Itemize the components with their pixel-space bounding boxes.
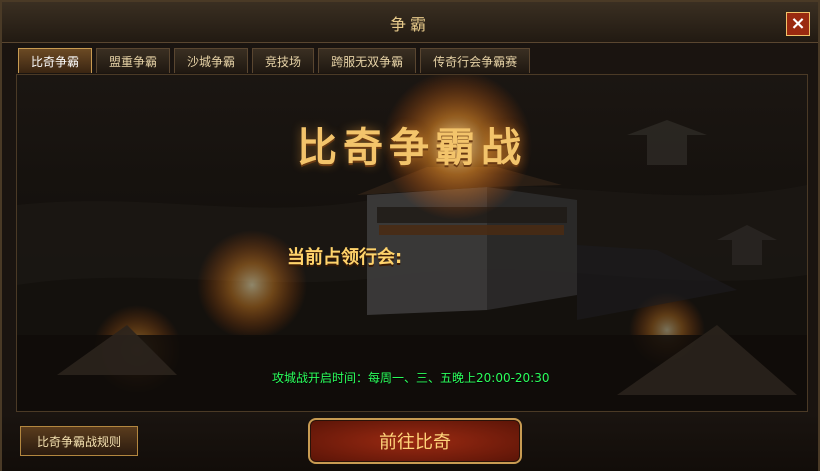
tab-guild-cup[interactable]: 传奇行会争霸赛 (420, 48, 531, 73)
battle-title: 比奇争霸战 (297, 125, 527, 171)
window-title: 争霸 (389, 15, 430, 34)
bottom-bar: 比奇争霸战规则 前往比奇 (2, 412, 818, 471)
battle-scene: 比奇争霸战 当前占领行会: 攻城战开启时间：每周一、三、五晚上20:00-20:… (16, 74, 808, 412)
rules-button[interactable]: 比奇争霸战规则 (20, 426, 138, 456)
close-icon[interactable]: × (786, 12, 810, 36)
siege-schedule: 攻城战开启时间：每周一、三、五晚上20:00-20:30 (272, 371, 550, 385)
go-to-biqi-button[interactable]: 前往比奇 (308, 418, 522, 464)
war-window: 争霸 × 比奇争霸 盟重争霸 沙城争霸 竞技场 跨服无双争霸 传奇行会争霸赛 比… (0, 0, 820, 471)
tab-bar: 比奇争霸 盟重争霸 沙城争霸 竞技场 跨服无双争霸 传奇行会争霸赛 (18, 48, 531, 74)
tab-shacheng[interactable]: 沙城争霸 (174, 48, 249, 73)
tab-biqi[interactable]: 比奇争霸 (18, 48, 93, 73)
tab-crossserver[interactable]: 跨服无双争霸 (318, 48, 417, 73)
tab-mengzhong[interactable]: 盟重争霸 (96, 48, 171, 73)
tab-arena[interactable]: 竞技场 (252, 48, 315, 73)
titlebar: 争霸 × (2, 2, 818, 43)
current-occupant-label: 当前占领行会: (287, 247, 403, 268)
